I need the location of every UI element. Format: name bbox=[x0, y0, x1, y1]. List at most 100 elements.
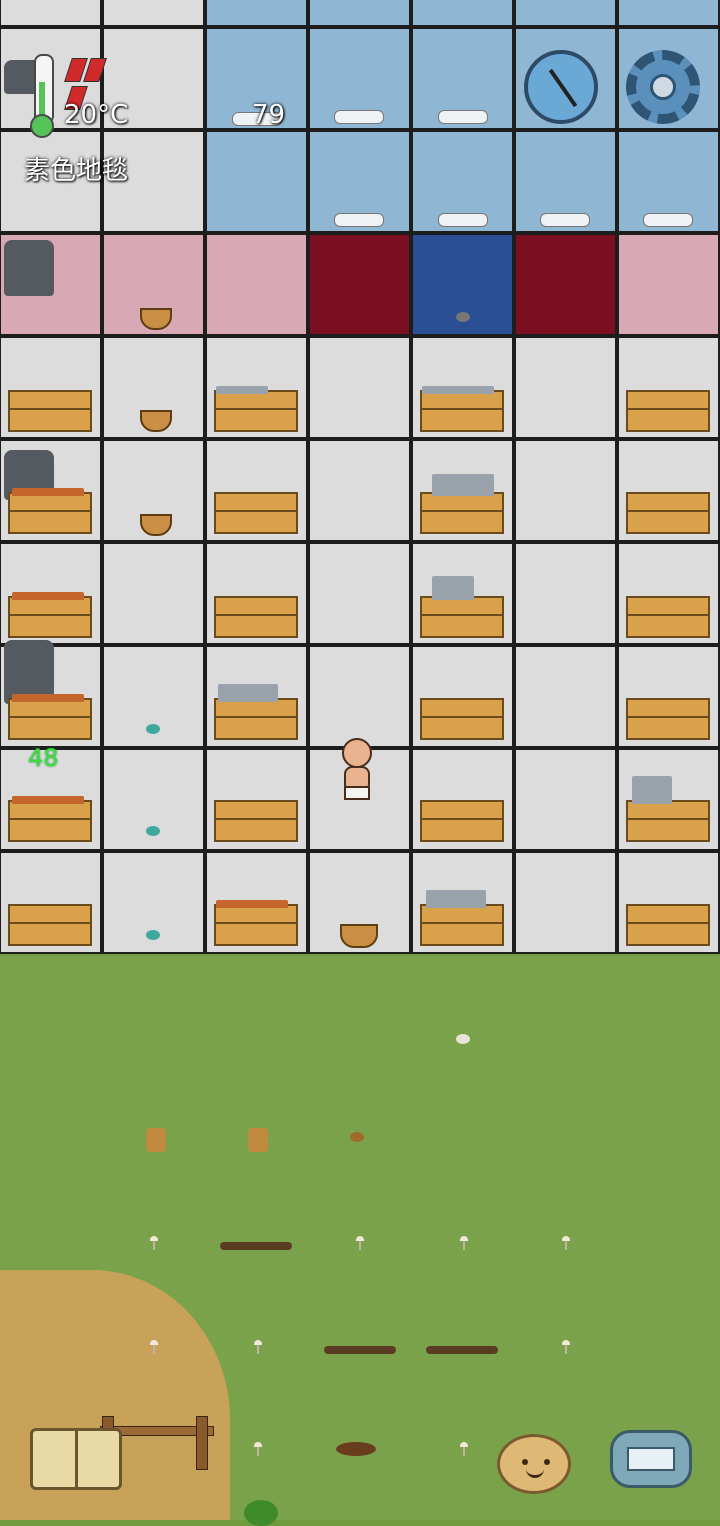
hovered-tile-name: 素色地毯 bbox=[24, 156, 129, 186]
mushroom-item[interactable] bbox=[356, 1236, 364, 1250]
mushroom-item[interactable] bbox=[460, 1442, 468, 1456]
basket-item[interactable] bbox=[340, 924, 378, 948]
food-counter: 79 bbox=[252, 100, 286, 130]
mushroom-item[interactable] bbox=[562, 1340, 570, 1354]
metal-goods bbox=[218, 684, 278, 702]
storage-crate[interactable] bbox=[8, 904, 92, 946]
snow-item[interactable] bbox=[540, 213, 590, 227]
book-icon[interactable] bbox=[30, 1428, 122, 1490]
metal-goods bbox=[422, 386, 494, 394]
log-item[interactable] bbox=[426, 1346, 498, 1354]
ore-item[interactable] bbox=[146, 930, 160, 940]
floor-tile[interactable] bbox=[308, 0, 411, 27]
ore-item[interactable] bbox=[146, 826, 160, 836]
mushroom-item[interactable] bbox=[150, 1340, 158, 1354]
snow-item[interactable] bbox=[334, 213, 384, 227]
floor-tile[interactable] bbox=[102, 542, 205, 645]
storage-crate[interactable] bbox=[214, 904, 298, 946]
orange-goods bbox=[12, 694, 84, 702]
thermometer-icon bbox=[26, 54, 58, 138]
floor-tile[interactable] bbox=[205, 130, 308, 233]
orange-goods bbox=[12, 488, 84, 496]
orange-goods bbox=[12, 592, 84, 600]
storage-crate[interactable] bbox=[626, 800, 710, 842]
mushroom-item[interactable] bbox=[254, 1340, 262, 1354]
log-item[interactable] bbox=[324, 1346, 396, 1354]
floor-tile[interactable] bbox=[205, 0, 308, 27]
floor-tile[interactable] bbox=[102, 0, 205, 27]
storage-crate[interactable] bbox=[8, 596, 92, 638]
potato-face-icon[interactable] bbox=[497, 1434, 571, 1494]
stone-item[interactable] bbox=[456, 312, 470, 322]
floor-tile[interactable] bbox=[308, 336, 411, 439]
storage-crate[interactable] bbox=[8, 698, 92, 740]
floor-tile[interactable] bbox=[205, 233, 308, 336]
ore-item[interactable] bbox=[146, 724, 160, 734]
compass-icon[interactable] bbox=[524, 50, 598, 124]
storage-crate[interactable] bbox=[420, 596, 504, 638]
snow-item[interactable] bbox=[438, 213, 488, 227]
dirt-pile[interactable] bbox=[336, 1442, 376, 1456]
temperature-readout: 20°C bbox=[64, 100, 129, 130]
gear-icon[interactable] bbox=[626, 50, 700, 124]
floor-tile[interactable] bbox=[514, 336, 617, 439]
storage-crate[interactable] bbox=[420, 800, 504, 842]
storage-crate[interactable] bbox=[626, 492, 710, 534]
storage-crate[interactable] bbox=[420, 698, 504, 740]
snow-item[interactable] bbox=[438, 110, 488, 124]
floor-tile[interactable] bbox=[514, 233, 617, 336]
floor-tile[interactable] bbox=[514, 439, 617, 542]
player-character[interactable] bbox=[336, 738, 378, 810]
floor-tile[interactable] bbox=[514, 851, 617, 954]
storage-crate[interactable] bbox=[214, 390, 298, 432]
storage-crate[interactable] bbox=[420, 492, 504, 534]
hunger-meter bbox=[64, 58, 124, 110]
hatchet-item[interactable] bbox=[248, 1128, 268, 1152]
floor-tile[interactable] bbox=[514, 0, 617, 27]
floor-tile[interactable] bbox=[514, 542, 617, 645]
log-item[interactable] bbox=[220, 1242, 292, 1250]
floor-tile[interactable] bbox=[308, 439, 411, 542]
stick-item[interactable] bbox=[350, 1132, 364, 1142]
storage-crate[interactable] bbox=[214, 800, 298, 842]
keyboard-icon[interactable] bbox=[610, 1430, 692, 1488]
storage-crate[interactable] bbox=[8, 492, 92, 534]
storage-crate[interactable] bbox=[8, 390, 92, 432]
mushroom-item[interactable] bbox=[562, 1236, 570, 1250]
hatchet-item[interactable] bbox=[146, 1128, 166, 1152]
mushroom-item[interactable] bbox=[150, 1236, 158, 1250]
metal-goods bbox=[426, 890, 486, 908]
floor-tile[interactable] bbox=[411, 0, 514, 27]
storage-crate[interactable] bbox=[214, 596, 298, 638]
mushroom-item[interactable] bbox=[254, 1442, 262, 1456]
floor-tile[interactable] bbox=[514, 645, 617, 748]
age-counter: 48 bbox=[28, 744, 59, 772]
storage-crate[interactable] bbox=[420, 904, 504, 946]
mushroom-item[interactable] bbox=[460, 1236, 468, 1250]
floor-tile[interactable] bbox=[617, 233, 720, 336]
snow-item[interactable] bbox=[643, 213, 693, 227]
floor-tile[interactable] bbox=[308, 645, 411, 748]
bush[interactable] bbox=[244, 1500, 278, 1526]
floor-tile[interactable] bbox=[308, 233, 411, 336]
storage-crate[interactable] bbox=[626, 390, 710, 432]
floor-tile[interactable] bbox=[617, 0, 720, 27]
metal-goods bbox=[216, 386, 268, 394]
floor-grid[interactable] bbox=[0, 0, 720, 956]
game-world[interactable] bbox=[0, 0, 720, 1526]
orange-goods bbox=[12, 796, 84, 804]
feather-item[interactable] bbox=[456, 1034, 470, 1044]
storage-crate[interactable] bbox=[626, 698, 710, 740]
storage-crate[interactable] bbox=[214, 492, 298, 534]
storage-crate[interactable] bbox=[8, 800, 92, 842]
floor-tile[interactable] bbox=[0, 0, 102, 27]
snow-item[interactable] bbox=[334, 110, 384, 124]
floor-tile[interactable] bbox=[514, 748, 617, 851]
storage-crate[interactable] bbox=[420, 390, 504, 432]
storage-crate[interactable] bbox=[214, 698, 298, 740]
metal-goods bbox=[432, 576, 474, 600]
floor-tile[interactable] bbox=[308, 542, 411, 645]
metal-goods bbox=[632, 776, 672, 804]
storage-crate[interactable] bbox=[626, 904, 710, 946]
storage-crate[interactable] bbox=[626, 596, 710, 638]
